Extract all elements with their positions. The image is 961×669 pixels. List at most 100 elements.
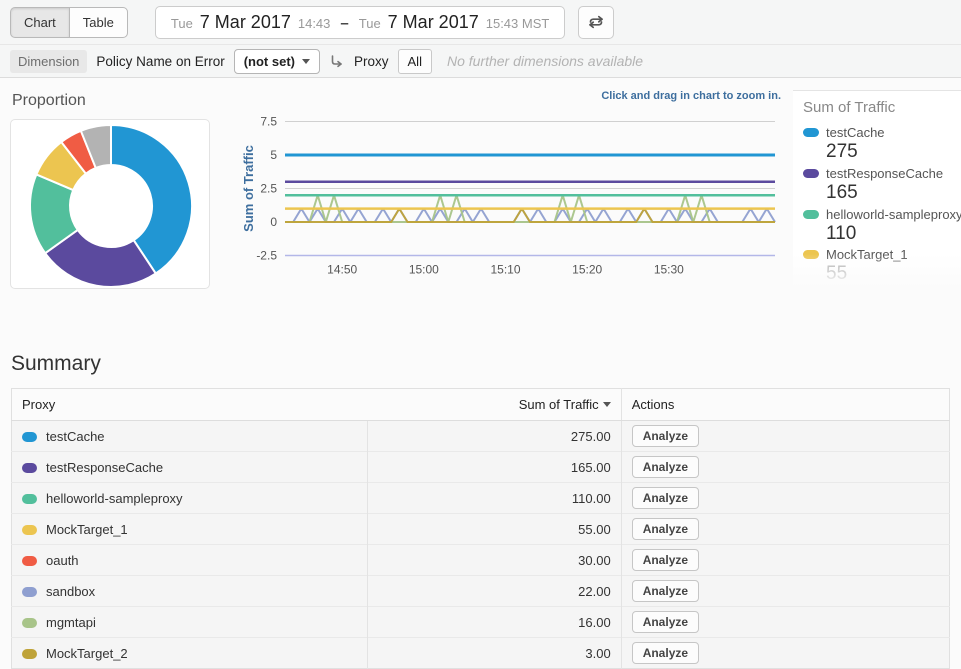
legend-color-dot <box>803 128 819 137</box>
proxy-color-dot <box>22 556 37 566</box>
table-row: testResponseCache165.00Analyze <box>12 452 950 483</box>
charts-section: Proportion Click and drag in chart to zo… <box>0 78 961 306</box>
series-line-MockTarget_2 <box>285 209 775 222</box>
actions-cell: Analyze <box>621 452 949 483</box>
refresh-button[interactable] <box>578 6 614 39</box>
summary-section: Summary Proxy Sum of Traffic Actions tes… <box>0 352 961 669</box>
table-row: MockTarget_1 55.00 Analyze <box>12 514 950 545</box>
proportion-donut-chart[interactable] <box>11 120 210 289</box>
traffic-line-chart[interactable]: -2.502.557.514:5015:0015:1015:2015:30Sum… <box>240 104 785 284</box>
proxy-filter-all-button[interactable]: All <box>398 49 432 74</box>
actions-cell: Analyze <box>621 607 949 638</box>
end-time: 15:43 MST <box>486 16 550 31</box>
proxy-name: MockTarget_2 <box>46 646 128 661</box>
analyze-button[interactable]: Analyze <box>632 487 699 509</box>
table-row: testCache 275.00 Analyze <box>12 421 950 452</box>
analyze-button[interactable]: Analyze <box>632 425 699 447</box>
actions-cell: Analyze <box>621 421 949 452</box>
summary-title: Summary <box>11 352 950 376</box>
legend-item[interactable]: MockTarget_155 <box>803 247 961 286</box>
column-header-traffic[interactable]: Sum of Traffic <box>368 389 621 421</box>
legend-label: MockTarget_1 <box>826 247 908 262</box>
table-view-button[interactable]: Table <box>69 7 128 38</box>
proportion-title: Proportion <box>12 92 222 110</box>
proxy-name: testCache <box>46 429 105 444</box>
legend-item[interactable]: testCache275 <box>803 125 961 164</box>
legend-color-dot <box>803 210 819 219</box>
traffic-value: 110.00 <box>368 483 621 514</box>
proportion-donut-card <box>10 119 210 289</box>
dimension-value: (not set) <box>244 54 295 69</box>
chevron-down-icon <box>302 59 310 64</box>
drilldown-arrow-icon <box>329 55 345 68</box>
proxy-cell: MockTarget_1 <box>12 514 368 545</box>
proxy-color-dot <box>22 618 37 628</box>
legend-item[interactable]: testResponseCache165 <box>803 166 961 205</box>
y-tick-label: 0 <box>270 215 277 229</box>
dimension-value-dropdown[interactable]: (not set) <box>234 49 320 74</box>
proxy-cell: mgmtapi <box>12 607 368 638</box>
proxy-color-dot <box>22 463 37 473</box>
x-tick-label: 15:00 <box>409 263 439 277</box>
date-range-button[interactable]: Tue 7 Mar 2017 14:43 – Tue 7 Mar 2017 15… <box>155 6 565 39</box>
no-dimensions-note: No further dimensions available <box>447 53 643 69</box>
chart-zoom-hint: Click and drag in chart to zoom in. <box>601 90 781 102</box>
traffic-header-label: Sum of Traffic <box>519 397 599 412</box>
proxy-color-dot <box>22 649 37 659</box>
dimension-label: Dimension <box>10 50 87 73</box>
legend-color-dot <box>803 169 819 178</box>
start-date: 7 Mar 2017 <box>200 12 291 33</box>
column-header-actions: Actions <box>621 389 949 421</box>
start-day: Tue <box>171 16 193 31</box>
proxy-name: oauth <box>46 553 79 568</box>
view-toggle: Chart Table <box>10 7 128 38</box>
analyze-button[interactable]: Analyze <box>632 518 699 540</box>
analyze-button[interactable]: Analyze <box>632 549 699 571</box>
traffic-value: 30.00 <box>368 545 621 576</box>
sync-arrows-icon <box>587 15 605 29</box>
proxy-color-dot <box>22 587 37 597</box>
y-tick-label: 2.5 <box>260 182 277 196</box>
legend-label: helloworld-sampleproxy <box>826 207 961 222</box>
column-header-proxy[interactable]: Proxy <box>12 389 368 421</box>
legend-value: 275 <box>826 140 961 164</box>
traffic-value: 165.00 <box>368 452 621 483</box>
analyze-button[interactable]: Analyze <box>632 642 699 664</box>
x-tick-label: 15:20 <box>572 263 602 277</box>
legend-item[interactable]: helloworld-sampleproxy110 <box>803 207 961 246</box>
traffic-value: 55.00 <box>368 514 621 545</box>
chart-view-button[interactable]: Chart <box>10 7 69 38</box>
analyze-button[interactable]: Analyze <box>632 456 699 478</box>
proxy-color-dot <box>22 525 37 535</box>
legend-label: testCache <box>826 125 885 140</box>
proxy-cell: helloworld-sampleproxy <box>12 483 368 514</box>
table-row: MockTarget_23.00Analyze <box>12 638 950 669</box>
analyze-button[interactable]: Analyze <box>632 611 699 633</box>
x-tick-label: 15:30 <box>654 263 684 277</box>
proxy-color-dot <box>22 494 37 504</box>
series-line-sandbox <box>285 209 775 222</box>
traffic-value: 16.00 <box>368 607 621 638</box>
y-tick-label: -2.5 <box>256 249 277 263</box>
table-row: sandbox22.00Analyze <box>12 576 950 607</box>
analyze-button[interactable]: Analyze <box>632 580 699 602</box>
x-tick-label: 15:10 <box>490 263 520 277</box>
y-tick-label: 7.5 <box>260 115 277 129</box>
proxy-name: MockTarget_1 <box>46 522 128 537</box>
traffic-value: 275.00 <box>368 421 621 452</box>
actions-cell: Analyze <box>621 514 949 545</box>
top-toolbar: Chart Table Tue 7 Mar 2017 14:43 – Tue 7… <box>0 0 961 45</box>
actions-cell: Analyze <box>621 576 949 607</box>
start-time: 14:43 <box>298 16 331 31</box>
actions-cell: Analyze <box>621 545 949 576</box>
legend-label: testResponseCache <box>826 166 943 181</box>
dimension-bar: Dimension Policy Name on Error (not set)… <box>0 45 961 78</box>
y-axis-label: Sum of Traffic <box>241 145 256 232</box>
proxy-name: helloworld-sampleproxy <box>46 491 183 506</box>
chart-legend: Sum of Traffic testCache275testResponseC… <box>793 90 961 288</box>
x-tick-label: 14:50 <box>327 263 357 277</box>
end-day: Tue <box>359 16 381 31</box>
legend-value: 110 <box>826 222 961 246</box>
date-range-separator: – <box>337 15 351 32</box>
legend-value: 55 <box>826 262 961 286</box>
